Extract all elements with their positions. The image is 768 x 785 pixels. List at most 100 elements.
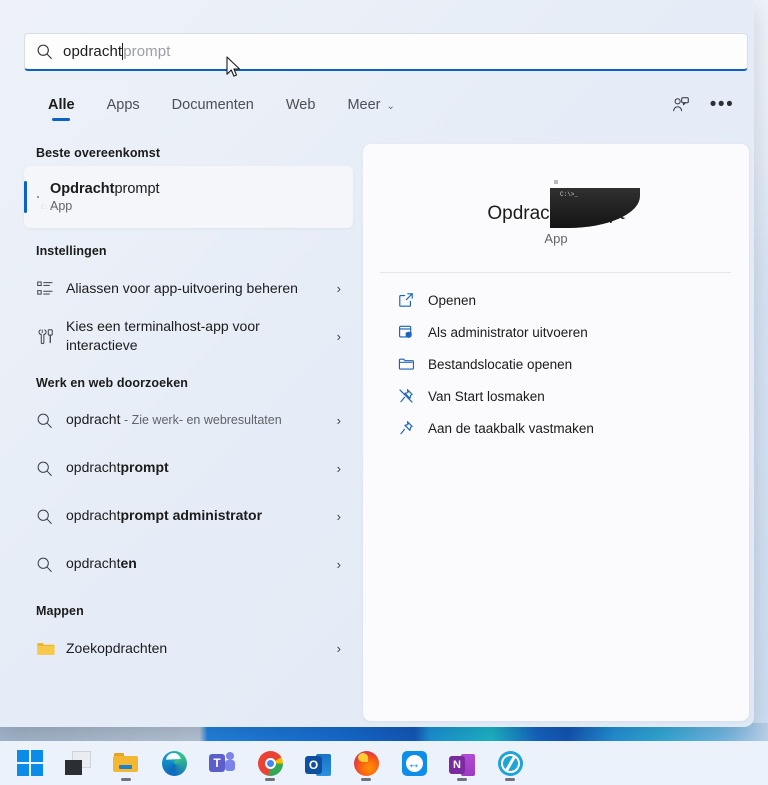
globe-icon: [497, 751, 523, 776]
filter-tabs: Alle Apps Documenten Web Meer ⌄: [32, 93, 411, 123]
action-label: Als administrator uitvoeren: [428, 324, 588, 340]
section-heading-folders: Mappen: [36, 604, 84, 618]
search-icon: [36, 508, 66, 525]
folder-open-icon: [398, 356, 428, 372]
tab-apps-label: Apps: [106, 97, 140, 113]
firefox-icon: [353, 751, 379, 776]
web-sugg-bold: prompt: [120, 459, 169, 475]
action-run-as-administrator[interactable]: Als administrator uitvoeren: [373, 316, 739, 348]
teamviewer-button[interactable]: [394, 743, 434, 783]
running-indicator: [361, 778, 371, 781]
feedback-button[interactable]: [666, 92, 694, 118]
chrome-icon: [257, 751, 283, 776]
best-match-meta: Opdrachtprompt App: [50, 181, 160, 213]
best-match-title-bold: Opdracht: [50, 181, 115, 197]
search-typed-text: opdracht: [63, 43, 123, 60]
settings-item-terminal-host[interactable]: Kies een terminalhost-app voor interacti…: [0, 312, 355, 360]
tab-alle-label: Alle: [48, 97, 75, 113]
web-suggestion-item[interactable]: opdracht - Zie werk- en webresultaten ›: [0, 396, 355, 444]
edge-button[interactable]: [154, 743, 194, 783]
action-open[interactable]: Openen: [373, 284, 739, 316]
search-suggestion-text: prompt: [123, 43, 171, 60]
chevron-right-icon: ›: [336, 508, 341, 524]
folder-icon: [36, 640, 66, 657]
teams-button[interactable]: T: [202, 743, 242, 783]
chevron-right-icon: ›: [336, 460, 341, 476]
web-sugg-prefix: opdracht: [66, 411, 121, 427]
best-match-subtitle: App: [50, 199, 73, 213]
tab-web[interactable]: Web: [270, 93, 332, 123]
app-preview-pane: C:\>_ Opdrachtprompt App Openen: [363, 144, 749, 721]
chevron-down-icon: ⌄: [386, 101, 395, 112]
file-explorer-button[interactable]: [106, 743, 146, 783]
shield-admin-icon: [398, 324, 428, 340]
start-button[interactable]: [10, 743, 50, 783]
search-icon: [36, 460, 66, 477]
action-label: Openen: [428, 292, 477, 308]
folder-item-zoekopdrachten[interactable]: Zoekopdrachten ›: [0, 624, 355, 672]
search-icon: [36, 412, 66, 429]
preview-actions: Openen Als administrator uitvoeren Besta…: [363, 284, 749, 444]
web-suggestion-item[interactable]: opdrachtprompt administrator ›: [0, 492, 355, 540]
ellipsis-icon: •••: [709, 94, 735, 115]
web-sugg-muted: - Zie werk- en webresultaten: [120, 413, 282, 427]
action-unpin-from-start[interactable]: Van Start losmaken: [373, 380, 739, 412]
web-suggestion-item[interactable]: opdrachten ›: [0, 540, 355, 588]
web-suggestion-label: opdrachtprompt administrator: [66, 506, 329, 526]
folder-item-label: Zoekopdrachten: [66, 639, 168, 656]
tab-apps[interactable]: Apps: [91, 93, 156, 123]
web-sugg-bold: en: [120, 555, 137, 571]
running-indicator: [121, 778, 131, 781]
list-settings-icon: [36, 279, 66, 298]
feedback-icon: [671, 96, 690, 114]
action-pin-to-taskbar[interactable]: Aan de taakbalk vastmaken: [373, 412, 739, 444]
running-indicator: [265, 778, 275, 781]
web-sugg-prefix: opdracht: [66, 459, 121, 475]
tab-meer-label: Meer: [347, 97, 381, 113]
chevron-right-icon: ›: [336, 640, 341, 656]
onenote-icon: N: [449, 754, 475, 776]
open-external-icon: [398, 292, 428, 308]
tab-meer[interactable]: Meer ⌄: [331, 93, 410, 123]
taskbar: T O N: [0, 741, 768, 785]
firefox-button[interactable]: [346, 743, 386, 783]
pin-icon: [398, 420, 428, 436]
settings-item-label: Aliassen voor app-uitvoering beheren: [66, 279, 298, 296]
windows-logo-icon: [17, 750, 43, 776]
teams-icon: T: [209, 752, 235, 776]
tab-alle[interactable]: Alle: [32, 93, 91, 123]
tab-web-label: Web: [285, 97, 316, 113]
outlook-icon: O: [305, 754, 331, 776]
tab-documenten[interactable]: Documenten: [156, 93, 270, 123]
preview-divider: [380, 272, 731, 273]
section-heading-web: Werk en web doorzoeken: [36, 376, 189, 390]
action-open-file-location[interactable]: Bestandslocatie openen: [373, 348, 739, 380]
web-sugg-prefix: opdracht: [66, 555, 121, 571]
onenote-button[interactable]: N: [442, 743, 482, 783]
action-label: Aan de taakbalk vastmaken: [428, 420, 594, 436]
chevron-right-icon: ›: [336, 328, 341, 344]
search-flyout-panel: opdracht prompt Alle Apps Documenten Web …: [0, 0, 754, 727]
task-view-icon: [65, 750, 91, 776]
search-input[interactable]: opdracht prompt: [24, 33, 748, 71]
search-icon: [36, 556, 66, 573]
action-label: Van Start losmaken: [428, 388, 545, 404]
best-match-title: Opdrachtprompt: [50, 181, 160, 197]
edge-icon: [161, 751, 187, 776]
web-suggestion-item[interactable]: opdrachtprompt ›: [0, 444, 355, 492]
network-app-button[interactable]: [490, 743, 530, 783]
teamviewer-icon: [401, 751, 427, 776]
chrome-button[interactable]: [250, 743, 290, 783]
web-suggestion-label: opdracht - Zie werk- en webresultaten: [66, 410, 329, 430]
settings-item-app-aliases[interactable]: Aliassen voor app-uitvoering beheren ›: [0, 264, 355, 312]
outlook-button[interactable]: O: [298, 743, 338, 783]
mouse-cursor: [226, 56, 242, 78]
tools-icon: [36, 327, 66, 346]
chevron-right-icon: ›: [336, 556, 341, 572]
more-options-button[interactable]: •••: [708, 92, 736, 118]
best-match-title-rest: prompt: [114, 181, 160, 197]
section-heading-best-match: Beste overeenkomst: [36, 146, 161, 160]
task-view-button[interactable]: [58, 743, 98, 783]
unpin-icon: [398, 388, 428, 404]
best-match-item[interactable]: C:\_ Opdrachtprompt App: [24, 166, 353, 228]
